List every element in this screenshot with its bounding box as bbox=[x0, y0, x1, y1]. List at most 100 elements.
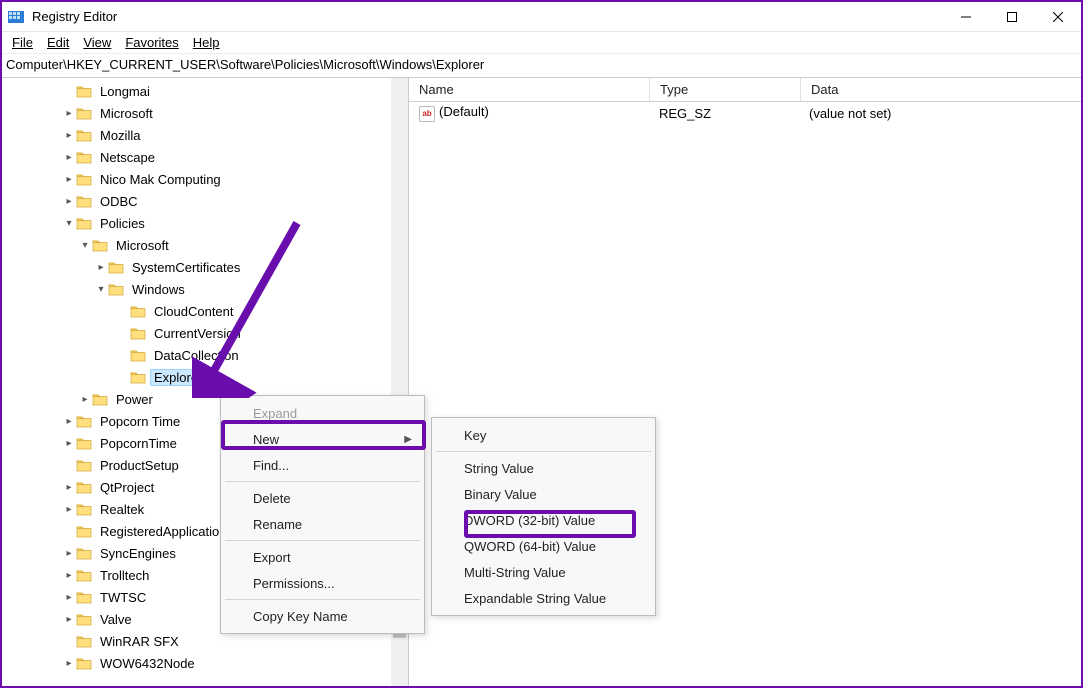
expand-toggle-icon[interactable]: ▾ bbox=[62, 216, 76, 230]
expand-toggle-icon[interactable]: ▸ bbox=[62, 480, 76, 494]
ctx-new-binary[interactable]: Binary Value bbox=[434, 481, 653, 507]
ctx-export[interactable]: Export bbox=[223, 544, 422, 570]
ctx-new-multistring[interactable]: Multi-String Value bbox=[434, 559, 653, 585]
tree-node[interactable]: ▸ Microsoft bbox=[2, 102, 408, 124]
folder-icon bbox=[76, 150, 92, 164]
tree-node[interactable]: ▸ ODBC bbox=[2, 190, 408, 212]
ctx-new[interactable]: New▶ bbox=[223, 426, 422, 452]
expand-toggle-icon[interactable] bbox=[62, 84, 76, 98]
expand-toggle-icon[interactable]: ▸ bbox=[62, 436, 76, 450]
ctx-new-string[interactable]: String Value bbox=[434, 455, 653, 481]
tree-node[interactable]: ▾Policies bbox=[2, 212, 408, 234]
regedit-icon bbox=[8, 9, 24, 25]
tree-node[interactable]: ▸WOW6432Node bbox=[2, 652, 408, 674]
expand-toggle-icon[interactable]: ▸ bbox=[62, 590, 76, 604]
expand-toggle-icon[interactable] bbox=[116, 304, 130, 318]
expand-toggle-icon[interactable] bbox=[62, 524, 76, 538]
folder-icon bbox=[130, 348, 146, 362]
tree-node[interactable]: ▸Mozilla bbox=[2, 124, 408, 146]
tree-node[interactable]: ▾ Microsoft bbox=[2, 234, 408, 256]
folder-icon bbox=[76, 128, 92, 142]
expand-toggle-icon[interactable]: ▸ bbox=[62, 128, 76, 142]
tree-node-label: Realtek bbox=[96, 501, 148, 518]
menu-view[interactable]: View bbox=[77, 33, 117, 52]
tree-node-label: Nico Mak Computing bbox=[96, 171, 225, 188]
list-row[interactable]: ab(Default)REG_SZ(value not set) bbox=[409, 102, 1081, 124]
tree-node-label: SystemCertificates bbox=[128, 259, 244, 276]
folder-icon bbox=[76, 414, 92, 428]
tree-node-label: Microsoft bbox=[112, 237, 173, 254]
expand-toggle-icon[interactable]: ▸ bbox=[62, 568, 76, 582]
tree-node-label: Explorer bbox=[150, 369, 206, 386]
folder-icon bbox=[76, 84, 92, 98]
expand-toggle-icon[interactable] bbox=[116, 370, 130, 384]
expand-toggle-icon[interactable] bbox=[62, 634, 76, 648]
expand-toggle-icon[interactable]: ▸ bbox=[78, 392, 92, 406]
folder-icon bbox=[76, 524, 92, 538]
folder-icon bbox=[130, 304, 146, 318]
ctx-find[interactable]: Find... bbox=[223, 452, 422, 478]
expand-toggle-icon[interactable] bbox=[116, 326, 130, 340]
cell-name: ab(Default) bbox=[409, 104, 649, 122]
ctx-delete[interactable]: Delete bbox=[223, 485, 422, 511]
expand-toggle-icon[interactable]: ▸ bbox=[62, 194, 76, 208]
cell-type: REG_SZ bbox=[649, 106, 799, 121]
list-header: Name Type Data bbox=[409, 78, 1081, 102]
close-button[interactable] bbox=[1035, 2, 1081, 31]
expand-toggle-icon[interactable]: ▸ bbox=[62, 150, 76, 164]
col-header-data[interactable]: Data bbox=[801, 78, 1081, 101]
expand-toggle-icon[interactable]: ▸ bbox=[62, 172, 76, 186]
expand-toggle-icon[interactable]: ▸ bbox=[94, 260, 108, 274]
tree-node-label: DataCollection bbox=[150, 347, 243, 364]
tree-node[interactable]: ▸ Netscape bbox=[2, 146, 408, 168]
menu-help[interactable]: Help bbox=[187, 33, 226, 52]
expand-toggle-icon[interactable]: ▸ bbox=[62, 502, 76, 516]
ctx-separator bbox=[225, 540, 420, 541]
titlebar: Registry Editor bbox=[2, 2, 1081, 32]
ctx-separator bbox=[225, 599, 420, 600]
tree-node[interactable]: ▾Windows bbox=[2, 278, 408, 300]
tree-node[interactable]: ▸ SystemCertificates bbox=[2, 256, 408, 278]
folder-icon bbox=[76, 590, 92, 604]
ctx-new-key[interactable]: Key bbox=[434, 422, 653, 448]
tree-node-label: Netscape bbox=[96, 149, 159, 166]
col-header-type[interactable]: Type bbox=[650, 78, 800, 101]
col-header-name[interactable]: Name bbox=[409, 78, 649, 101]
ctx-separator bbox=[436, 451, 651, 452]
expand-toggle-icon[interactable]: ▸ bbox=[62, 656, 76, 670]
expand-toggle-icon[interactable]: ▸ bbox=[62, 612, 76, 626]
folder-icon bbox=[76, 172, 92, 186]
ctx-rename[interactable]: Rename bbox=[223, 511, 422, 537]
ctx-new-dword[interactable]: DWORD (32-bit) Value bbox=[434, 507, 653, 533]
tree-node[interactable]: Longmai bbox=[2, 80, 408, 102]
list-body[interactable]: ab(Default)REG_SZ(value not set) bbox=[409, 102, 1081, 124]
tree-node-label: Microsoft bbox=[96, 105, 157, 122]
tree-node[interactable]: CloudContent bbox=[2, 300, 408, 322]
ctx-permissions[interactable]: Permissions... bbox=[223, 570, 422, 596]
expand-toggle-icon[interactable]: ▸ bbox=[62, 106, 76, 120]
menu-file[interactable]: File bbox=[6, 33, 39, 52]
folder-icon bbox=[76, 436, 92, 450]
expand-toggle-icon[interactable]: ▸ bbox=[62, 546, 76, 560]
expand-toggle-icon[interactable] bbox=[116, 348, 130, 362]
expand-toggle-icon[interactable]: ▾ bbox=[94, 282, 108, 296]
minimize-button[interactable] bbox=[943, 2, 989, 31]
ctx-new-expandable[interactable]: Expandable String Value bbox=[434, 585, 653, 611]
ctx-copy-key-name[interactable]: Copy Key Name bbox=[223, 603, 422, 629]
folder-icon bbox=[76, 458, 92, 472]
menu-edit[interactable]: Edit bbox=[41, 33, 75, 52]
tree-node[interactable]: DataCollection bbox=[2, 344, 408, 366]
expand-toggle-icon[interactable]: ▸ bbox=[62, 414, 76, 428]
expand-toggle-icon[interactable] bbox=[62, 458, 76, 472]
tree-node[interactable]: ▸ Nico Mak Computing bbox=[2, 168, 408, 190]
menu-favorites[interactable]: Favorites bbox=[119, 33, 184, 52]
menubar: File Edit View Favorites Help bbox=[2, 32, 1081, 54]
ctx-new-qword[interactable]: QWORD (64-bit) Value bbox=[434, 533, 653, 559]
tree-node[interactable]: Explorer bbox=[2, 366, 408, 388]
address-bar[interactable]: Computer\HKEY_CURRENT_USER\Software\Poli… bbox=[2, 54, 1081, 78]
window-title: Registry Editor bbox=[32, 9, 943, 24]
tree-node-label: ODBC bbox=[96, 193, 142, 210]
maximize-button[interactable] bbox=[989, 2, 1035, 31]
expand-toggle-icon[interactable]: ▾ bbox=[78, 238, 92, 252]
tree-node[interactable]: CurrentVersion bbox=[2, 322, 408, 344]
